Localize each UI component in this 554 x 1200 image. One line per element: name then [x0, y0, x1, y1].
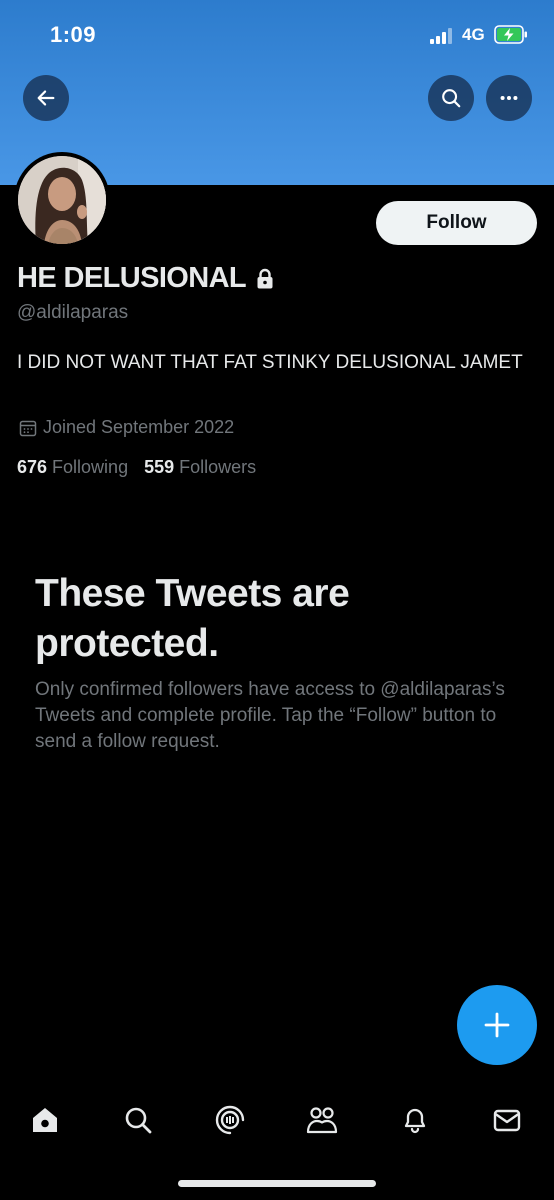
avatar-photo [18, 156, 106, 244]
signal-icon [430, 28, 454, 44]
tab-home[interactable] [27, 1102, 63, 1138]
messages-icon [493, 1109, 521, 1132]
tab-spaces[interactable] [212, 1102, 248, 1138]
tab-notifications[interactable] [397, 1102, 433, 1138]
home-indicator[interactable] [178, 1180, 376, 1187]
display-name: HE DELUSIONAL [17, 262, 247, 294]
following-label: Following [52, 457, 129, 477]
following-count: 676 [17, 457, 48, 477]
profile-stats: 676 Following 559 Followers [17, 457, 272, 478]
followers-count: 559 [144, 457, 175, 477]
search-icon [125, 1107, 152, 1134]
status-bar: 1:09 4G [0, 0, 554, 70]
tab-communities[interactable] [304, 1102, 340, 1138]
more-horizontal-icon [500, 95, 518, 101]
more-button[interactable] [486, 75, 532, 121]
protected-description: Only confirmed followers have access to … [35, 679, 505, 752]
home-icon [33, 1108, 57, 1132]
spaces-icon [215, 1105, 245, 1135]
profile-handle: @aldilaparas [17, 302, 129, 323]
follow-button[interactable]: Follow [376, 201, 537, 245]
following-link[interactable]: 676 Following [17, 457, 128, 478]
lock-icon [257, 268, 273, 288]
joined-date: Joined September 2022 [19, 417, 234, 438]
tab-search[interactable] [120, 1102, 156, 1138]
followers-link[interactable]: 559 Followers [144, 457, 256, 478]
search-icon [442, 89, 461, 108]
compose-tweet-button[interactable] [457, 985, 537, 1065]
protected-title: These Tweets are protected. [35, 572, 350, 665]
communities-icon [306, 1107, 338, 1134]
tab-messages[interactable] [489, 1102, 525, 1138]
joined-text: Joined September 2022 [43, 417, 235, 437]
arrow-left-icon [37, 90, 55, 106]
status-time: 1:09 [50, 22, 97, 47]
search-button[interactable] [428, 75, 474, 121]
profile-name: HE DELUSIONAL [17, 262, 274, 295]
followers-label: Followers [179, 457, 257, 477]
network-type: 4G [462, 25, 485, 44]
calendar-icon [19, 420, 37, 436]
plus-icon [484, 1012, 510, 1038]
avatar[interactable] [14, 152, 110, 248]
profile-bio: I DID NOT WANT THAT FAT STINKY DELUSIONA… [17, 352, 523, 373]
back-button[interactable] [23, 75, 69, 121]
battery-icon [494, 25, 527, 44]
notifications-icon [404, 1108, 426, 1134]
